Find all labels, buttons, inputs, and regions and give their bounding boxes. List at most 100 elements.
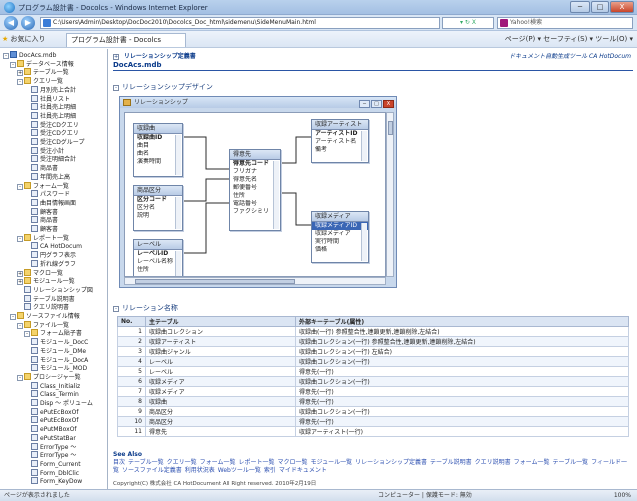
see-also-link[interactable]: クエリ一覧 [167,459,197,466]
see-also-link[interactable]: ソースファイル定義書 [122,467,182,474]
table-box-scrollbar[interactable] [175,197,181,229]
rel-maximize-button[interactable]: □ [371,100,382,108]
browser-tab[interactable]: プログラム設計書 - Docolcs [66,33,186,47]
see-also-link[interactable]: 利用状況表 [185,467,215,474]
tree-item[interactable]: Disp ～ ポリューム [31,399,93,408]
see-also-link[interactable]: Webツール一覧 [218,467,261,474]
tree-item[interactable]: + モジュール一覧 [17,277,75,286]
table-box-scrollbar[interactable] [175,251,181,276]
tree-item[interactable]: + テーブル一覧 [17,68,69,77]
see-also-link[interactable]: テーブル説明書 [430,459,472,466]
collapse-icon[interactable]: - [17,235,23,242]
tree-item[interactable]: - ソースファイル情報 [10,312,80,321]
table-box-scrollbar[interactable] [175,135,181,175]
tree-item[interactable]: ePutMBoxOf [31,425,77,434]
tree-item[interactable]: CA HotDocum [31,242,82,251]
tree-item[interactable]: Form_KeyDow [31,477,82,486]
see-also-link[interactable]: マクロ一覧 [278,459,308,466]
see-also-link[interactable]: レポート一覧 [239,459,275,466]
relationship-table-box[interactable]: 収録メディア 収録メディアID 収録メディア 実行時間 価格 [311,211,369,263]
collapse-icon[interactable]: - [10,314,16,320]
table-field[interactable]: アーティストID [312,130,368,138]
relationship-canvas[interactable]: 収録曲 収録曲ID 曲目 曲名 演奏時間 商品区分 区分コード 区分名 説明 レーベル レーベルID… [124,112,386,277]
table-field[interactable]: 備考 [312,146,368,154]
tree-item[interactable]: 受注小計 [31,146,64,156]
url-input[interactable]: C:\Users\Admin\Desktop\DocDoc2010\Docolc… [40,17,440,29]
tree-item[interactable]: 商品書 [31,216,58,225]
refresh-stop-controls[interactable]: ▾ ↻ X [442,17,494,29]
tree-item[interactable]: Form_Current [31,459,81,469]
table-field[interactable]: アーティスト名 [312,138,368,146]
top-right-link[interactable]: ドキュメント自動生成ツール CA HotDocum [509,51,631,60]
tree-item[interactable]: + マクロ一覧 [17,268,63,278]
tree-item[interactable]: モジュール_DocA [31,355,88,365]
collapse-icon[interactable]: - [17,183,23,190]
tree-item[interactable]: クエリ説明書 [24,303,69,312]
scroll-thumb[interactable] [388,121,393,135]
see-also-link[interactable]: テーブル一覧 [128,459,164,466]
tree-item[interactable]: 受注明細合計 [31,155,76,164]
tree-item[interactable]: 曲目情報画面 [31,198,76,208]
table-field[interactable]: 収録メディア [312,230,368,238]
rel-minimize-button[interactable]: ─ [359,100,370,108]
see-also-link[interactable]: クエリ説明書 [475,459,511,466]
relationship-table-box[interactable]: 得意先 得意先コード フリガナ 得意先名 郵便番号 住所 電話番号 ファクシミリ [229,149,281,231]
see-also-link[interactable]: フォーム一覧 [200,459,236,466]
tree-item[interactable]: - DocAcs.mdb [3,51,56,60]
tree-item[interactable]: ErrorType ～ [31,442,76,452]
tree-item[interactable]: 社員売上明細 [31,103,76,112]
tree-item[interactable]: 折れ線グラフ [31,259,76,269]
table-field[interactable]: 収録メディアID [312,222,368,230]
horizontal-scrollbar[interactable] [124,277,386,285]
tree-item[interactable]: 顧客書 [31,225,58,234]
tree-item[interactable]: 社員売上明細 [31,111,76,121]
tree-item[interactable]: - フォーム貼子書 [24,329,82,338]
command-menus[interactable]: ページ(P) ▾ セーフティ(S) ▾ ツール(O) ▾ [505,34,633,44]
collapse-icon[interactable]: - [17,374,23,381]
section-toggle[interactable]: - [113,306,119,312]
tree-item[interactable]: 受注CDクエリ [31,120,79,130]
collapse-icon[interactable]: - [3,53,9,59]
section-toggle[interactable]: - [113,85,119,91]
tree-item[interactable]: - プロシージャ一覧 [17,372,81,382]
tree-item[interactable]: ErrorType ～ [31,451,76,460]
table-box-scrollbar[interactable] [361,223,367,261]
breadcrumb-toggle[interactable]: + [113,54,119,60]
table-field[interactable]: 実行時間 [312,238,368,246]
tree-item[interactable]: リレーションシップ図 [24,285,93,295]
tree-item[interactable]: 顧客書 [31,207,58,217]
tree-item[interactable]: Form_DblClic [31,468,79,478]
minimize-button[interactable]: ─ [570,1,590,13]
forward-button[interactable]: ▶ [21,16,35,30]
collapse-icon[interactable]: - [10,61,16,68]
see-also-link[interactable]: テーブル一覧 [553,459,589,466]
see-also-link[interactable]: 目次 [113,459,125,466]
tree-item[interactable]: モジュール_MOD [31,364,87,373]
table-field[interactable]: 価格 [312,246,368,254]
collapse-icon[interactable]: - [17,79,23,86]
tree-item[interactable]: 商品書 [31,164,58,173]
tree-item[interactable]: モジュール_DocC [31,338,88,347]
relationship-table-box[interactable]: 商品区分 区分コード 区分名 説明 [133,185,183,231]
tree-item[interactable]: - フォーム一覧 [17,181,69,191]
expand-icon[interactable]: + [17,279,23,286]
scroll-thumb[interactable] [135,279,295,284]
tree-item[interactable]: 月別売上合計 [31,85,76,95]
see-also-link[interactable]: マイドキュメント [279,467,327,474]
relationship-table-box[interactable]: 収録アーティスト アーティストID アーティスト名 備考 [311,119,369,163]
tree-item[interactable]: ePutEcBoxOf [31,407,78,417]
tree-item[interactable]: - クエリ一覧 [17,77,63,86]
close-button[interactable]: X [610,1,634,13]
tree-item[interactable]: 受注CDグループ [31,138,84,147]
relationship-table-box[interactable]: レーベル レーベルID レーベル名称 住所 [133,239,183,276]
zoom-level[interactable]: 100% [614,490,631,501]
table-box-scrollbar[interactable] [273,161,279,229]
tree-item[interactable]: Class_Termin [31,390,79,399]
see-also-link[interactable]: モジュール一覧 [311,459,353,466]
favorites-button[interactable]: ★ お気に入り [2,34,46,44]
tree-item[interactable]: ePutStatBar [31,433,76,443]
see-also-link[interactable]: 索引 [264,467,276,474]
back-button[interactable]: ◀ [4,16,18,30]
vertical-scrollbar[interactable] [386,112,394,277]
rel-close-button[interactable]: X [383,100,394,108]
